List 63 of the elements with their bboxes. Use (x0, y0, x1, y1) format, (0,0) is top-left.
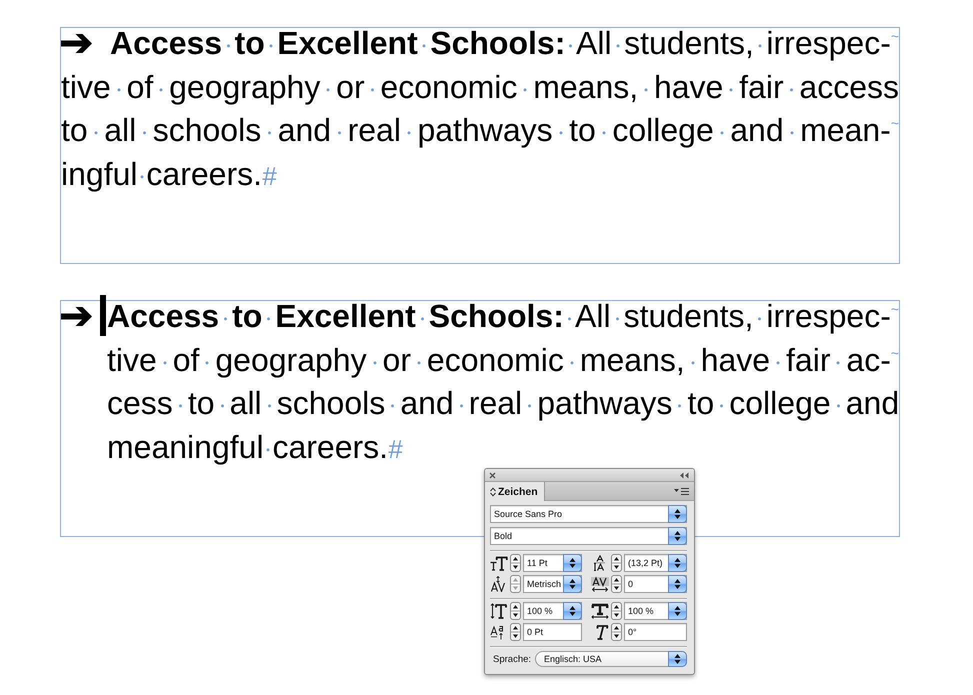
stepper-arrows-icon[interactable] (510, 602, 521, 620)
panel-menu-icon[interactable] (674, 486, 690, 496)
leading-field[interactable]: (13,2 Pt) (624, 554, 687, 572)
dropdown-button[interactable] (668, 575, 687, 593)
dropdown-button[interactable] (668, 651, 687, 667)
up-down-arrows-icon (674, 606, 681, 616)
vertical-scale-field[interactable]: 100 % (523, 602, 582, 620)
bullet-arrow-icon (61, 33, 92, 54)
stepper-arrows-icon[interactable] (510, 623, 521, 641)
text-line: to all schools and real pathways to college and mean- (61, 115, 891, 146)
stepper-arrows-icon[interactable] (611, 575, 622, 593)
up-down-arrows-icon (569, 558, 576, 568)
font-style-dropdown[interactable]: Bold (490, 527, 687, 545)
font-size-field[interactable]: 11 Pt (523, 554, 582, 572)
dropdown-button[interactable] (668, 527, 687, 545)
collapse-icon[interactable] (679, 472, 689, 478)
dropdown-button[interactable] (563, 602, 582, 620)
up-down-arrows-icon (674, 531, 681, 541)
up-down-arrows-icon (674, 509, 681, 519)
paragraph-end-mark: # (388, 434, 402, 465)
language-dropdown[interactable]: Englisch: USA (535, 651, 687, 667)
hyphenation-mark: ~ (890, 29, 899, 43)
stepper-arrows-icon[interactable] (611, 623, 622, 641)
language-label: Sprache: (492, 654, 532, 664)
up-down-arrows-icon (674, 558, 681, 568)
hyphenation-mark: ~ (890, 302, 899, 316)
tab[interactable]: Zeichen (485, 482, 545, 501)
dropdown-button[interactable] (668, 505, 687, 523)
text-line: tive of geography or economic means, have fair ac- (107, 344, 891, 376)
stepper-arrows-icon[interactable] (510, 554, 521, 572)
text-line: ingful careers. (61, 158, 262, 190)
up-down-arrows-icon (674, 654, 681, 664)
tracking-field[interactable]: 0 (624, 575, 687, 593)
up-down-arrows-icon (569, 579, 576, 589)
kerning-field[interactable]: Metrisch (523, 575, 582, 593)
dropdown-button[interactable] (563, 554, 582, 572)
tracking-icon (591, 576, 609, 592)
horizontal-scale-icon (591, 603, 609, 619)
dropdown-button[interactable] (668, 602, 687, 620)
hyphenation-mark: ~ (890, 116, 899, 130)
text-line: Access to Excellent Schools: All students, irrespec- (107, 301, 891, 332)
stepper-arrows-icon[interactable] (611, 554, 622, 572)
kerning-icon (490, 576, 508, 592)
bullet-arrow-icon (61, 306, 92, 327)
font-family-dropdown[interactable]: Source Sans Pro (490, 505, 687, 523)
close-icon[interactable] (489, 472, 496, 478)
up-down-arrows-icon (569, 606, 576, 616)
text-line: tive of geography or economic means, have fair access (61, 72, 899, 103)
skew-field[interactable]: 0° (624, 623, 687, 641)
up-down-arrows-icon (674, 579, 681, 589)
dropdown-button[interactable] (563, 575, 582, 593)
text-line: cess to all schools and real pathways to college and (107, 388, 899, 420)
text-line: meaningful careers. (107, 432, 388, 463)
stepper-arrows-icon[interactable] (611, 602, 622, 620)
hyphenation-mark: ~ (890, 346, 899, 360)
paragraph-end-mark: # (262, 160, 276, 192)
vertical-scale-icon (490, 603, 508, 619)
baseline-shift-field[interactable]: 0 Pt (523, 623, 582, 641)
up-down-chevron-icon (490, 486, 496, 496)
font-size-icon (490, 555, 508, 571)
text-line: Access to Excellent Schools: All students, irrespec- (110, 28, 891, 59)
dropdown-button[interactable] (668, 554, 687, 572)
horizontal-scale-field[interactable]: 100 % (624, 602, 687, 620)
